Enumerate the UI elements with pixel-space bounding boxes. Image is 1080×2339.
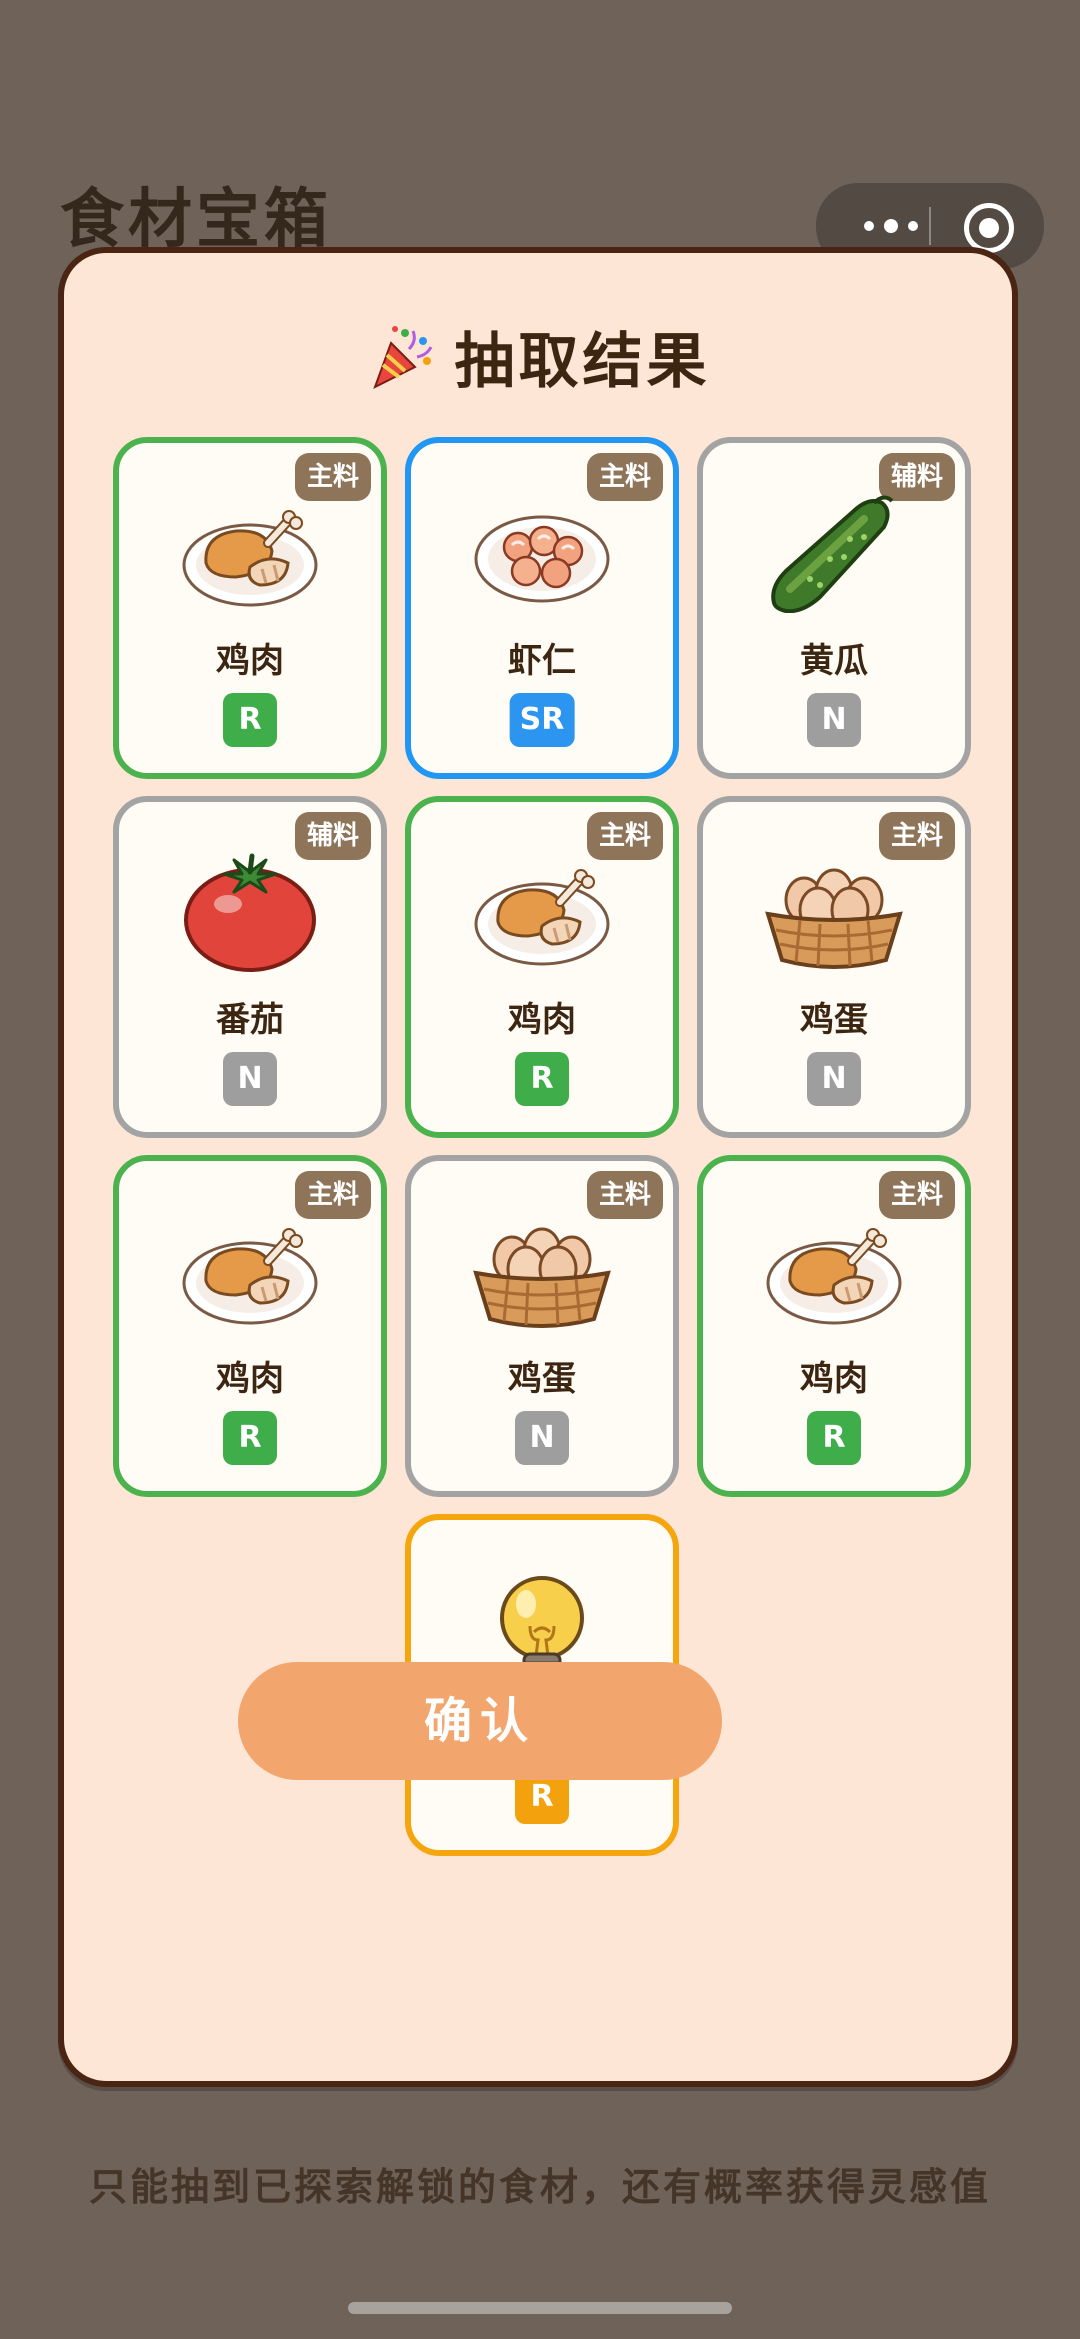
rarity-badge: N bbox=[807, 1052, 861, 1106]
result-card: 主料 鸡肉 R bbox=[113, 1155, 387, 1497]
cucumber-icon bbox=[760, 493, 908, 613]
rarity-badge: R bbox=[223, 1411, 277, 1465]
ingredient-name: 鸡肉 bbox=[216, 641, 284, 681]
shrimp-plate-icon bbox=[468, 493, 616, 613]
result-card: 辅料 番茄 N bbox=[113, 796, 387, 1138]
ingredient-name: 鸡肉 bbox=[216, 1359, 284, 1399]
home-indicator bbox=[348, 2302, 732, 2314]
chicken-plate-icon bbox=[468, 852, 616, 972]
rarity-badge: N bbox=[515, 1411, 569, 1465]
ingredient-name: 鸡蛋 bbox=[508, 1359, 576, 1399]
egg-basket-icon bbox=[760, 852, 908, 972]
chicken-plate-icon bbox=[760, 1211, 908, 1331]
confirm-button[interactable]: 确认 bbox=[238, 1662, 722, 1780]
ingredient-name: 虾仁 bbox=[508, 641, 576, 681]
rarity-badge: R bbox=[223, 693, 277, 747]
draw-hint-text: 只能抽到已探索解锁的食材，还有概率获得灵感值 bbox=[88, 2165, 991, 2209]
result-card: 主料 鸡肉 R bbox=[697, 1155, 971, 1497]
rarity-badge: R bbox=[807, 1411, 861, 1465]
chicken-plate-icon bbox=[176, 493, 324, 613]
ingredient-name: 鸡肉 bbox=[508, 1000, 576, 1040]
ingredient-name: 番茄 bbox=[216, 1000, 284, 1040]
rarity-badge: N bbox=[223, 1052, 277, 1106]
rarity-badge: N bbox=[807, 693, 861, 747]
chicken-plate-icon bbox=[176, 1211, 324, 1331]
result-card: 主料 鸡肉 R bbox=[405, 796, 679, 1138]
egg-basket-icon bbox=[468, 1211, 616, 1331]
result-card: 主料 虾仁 SR bbox=[405, 437, 679, 779]
ingredient-name: 黄瓜 bbox=[800, 641, 868, 681]
ingredient-name: 鸡蛋 bbox=[800, 1000, 868, 1040]
result-card: 主料 鸡蛋 N bbox=[697, 796, 971, 1138]
result-card: 主料 鸡蛋 N bbox=[405, 1155, 679, 1497]
rarity-badge: R bbox=[515, 1052, 569, 1106]
rarity-badge: SR bbox=[509, 693, 575, 747]
modal-title: 抽取结果 bbox=[454, 327, 711, 397]
party-popper-icon bbox=[373, 325, 433, 389]
result-card: 主料 鸡肉 R bbox=[113, 437, 387, 779]
result-card: 辅料 黄瓜 N bbox=[697, 437, 971, 779]
close-miniprogram-icon[interactable] bbox=[964, 203, 1014, 253]
ingredient-name: 鸡肉 bbox=[800, 1359, 868, 1399]
tomato-icon bbox=[176, 852, 324, 972]
